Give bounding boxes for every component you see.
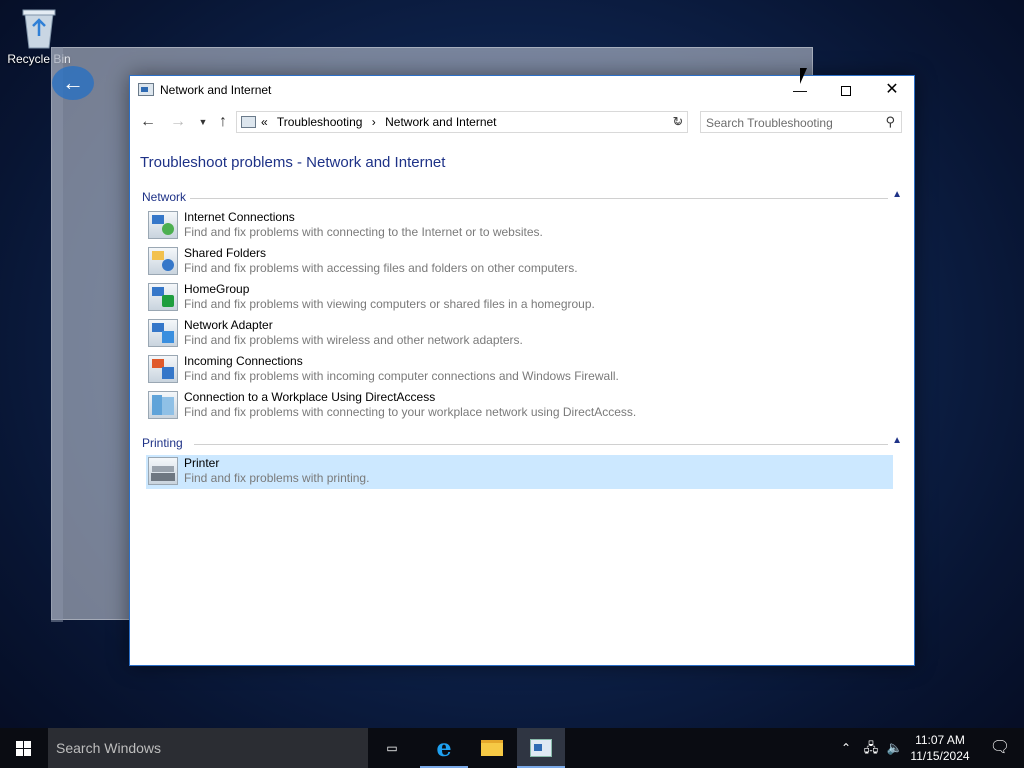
list-item-shared-folders[interactable]: Shared Folders Find and fix problems wit… — [146, 245, 893, 279]
title-bar[interactable]: Network and Internet — ✕ — [130, 76, 914, 104]
ghost-back-arrow-icon: ← — [52, 66, 94, 100]
item-name[interactable]: HomeGroup — [184, 282, 249, 296]
list-item-network-adapter[interactable]: Network Adapter Find and fix problems wi… — [146, 317, 893, 351]
breadcrumb-item-network-and-internet[interactable]: Network and Internet — [385, 115, 496, 129]
control-panel-icon — [530, 739, 552, 757]
clock-time: 11:07 AM — [915, 733, 965, 747]
internet-connections-icon — [148, 211, 178, 239]
file-explorer-folder-icon — [481, 740, 503, 756]
printer-icon — [148, 457, 178, 485]
section-header[interactable]: Printing ▲ — [142, 435, 902, 452]
clock-date: 11/15/2024 — [910, 749, 970, 763]
breadcrumb-overflow[interactable]: « — [261, 115, 268, 129]
search-icon: ⚲ — [885, 114, 895, 129]
collapse-chevron-up-icon[interactable]: ▲ — [892, 435, 902, 446]
section-network: Network ▲ — [142, 189, 902, 206]
action-center-notification-icon[interactable]: 🗨 — [980, 728, 1020, 768]
control-panel-taskbar-button[interactable] — [517, 728, 565, 768]
list-item-incoming-connections[interactable]: Incoming Connections Find and fix proble… — [146, 353, 893, 387]
recycle-bin-icon — [19, 6, 59, 50]
taskbar-clock[interactable]: 11:07 AM 11/15/2024 — [905, 732, 975, 764]
navigation-bar: ← → ▼ ↑ « Troubleshooting › Network and … — [130, 109, 914, 135]
control-panel-window: Network and Internet — ✕ ← → ▼ ↑ « Troub… — [129, 75, 915, 666]
breadcrumb-separator[interactable]: › — [372, 115, 376, 129]
forward-button[interactable]: → — [168, 113, 188, 133]
volume-icon[interactable]: 🔈✕ — [884, 728, 906, 768]
maximize-button[interactable] — [823, 76, 869, 104]
back-button[interactable]: ← — [138, 113, 158, 133]
refresh-button[interactable]: ↻ — [668, 112, 688, 132]
network-adapter-icon — [148, 319, 178, 347]
mouse-cursor-icon — [800, 68, 807, 84]
section-printing: Printing ▲ — [142, 435, 902, 452]
task-view-button[interactable]: ▭ — [368, 728, 416, 768]
item-description: Find and fix problems with accessing fil… — [184, 261, 578, 275]
control-panel-address-icon — [241, 116, 256, 128]
homegroup-icon — [148, 283, 178, 311]
list-item-internet-connections[interactable]: Internet Connections Find and fix proble… — [146, 209, 893, 243]
item-description: Find and fix problems with connecting to… — [184, 405, 637, 419]
breadcrumb-item-troubleshooting[interactable]: Troubleshooting — [277, 115, 363, 129]
item-description: Find and fix problems with incoming comp… — [184, 369, 619, 383]
item-description: Find and fix problems with viewing compu… — [184, 297, 595, 311]
control-panel-app-icon — [138, 83, 154, 96]
directaccess-building-icon — [148, 391, 178, 419]
taskbar-search-placeholder: Search Windows — [56, 740, 162, 756]
file-explorer-button[interactable] — [468, 728, 516, 768]
section-divider — [190, 198, 888, 199]
section-title: Network — [142, 190, 191, 204]
item-description: Find and fix problems with printing. — [184, 471, 370, 485]
incoming-connections-icon — [148, 355, 178, 383]
list-item-directaccess[interactable]: Connection to a Workplace Using DirectAc… — [146, 389, 893, 423]
show-hidden-icons-chevron-up-icon[interactable]: ⌃ — [836, 728, 856, 768]
item-name[interactable]: Printer — [184, 456, 219, 470]
task-view-icon: ▭ — [386, 741, 398, 755]
windows-logo-icon — [16, 741, 23, 748]
maximize-icon — [841, 86, 851, 97]
search-input[interactable]: Search Troubleshooting ⚲ — [700, 111, 902, 133]
item-description: Find and fix problems with connecting to… — [184, 225, 543, 239]
item-name[interactable]: Shared Folders — [184, 246, 266, 260]
search-placeholder: Search Troubleshooting — [706, 116, 833, 130]
list-item-homegroup[interactable]: HomeGroup Find and fix problems with vie… — [146, 281, 893, 315]
breadcrumb: « Troubleshooting › Network and Internet — [261, 115, 503, 129]
taskbar: Search Windows ▭ e ⌃ 🖧✕ 🔈✕ 11:07 AM 11/1… — [0, 728, 1024, 768]
section-divider — [194, 444, 888, 445]
internet-explorer-button[interactable]: e — [420, 728, 468, 768]
item-name[interactable]: Network Adapter — [184, 318, 273, 332]
ghost-window-edge — [51, 47, 63, 622]
list-item-printer[interactable]: Printer Find and fix problems with print… — [146, 455, 893, 489]
section-header[interactable]: Network ▲ — [142, 189, 902, 206]
start-button[interactable] — [0, 728, 48, 768]
recent-locations-chevron-down-icon[interactable]: ▼ — [193, 113, 213, 133]
network-status-icon[interactable]: 🖧✕ — [860, 728, 882, 768]
internet-explorer-icon: e — [436, 733, 452, 762]
window-title: Network and Internet — [160, 83, 272, 97]
up-button[interactable]: ↑ — [213, 113, 233, 133]
collapse-chevron-up-icon[interactable]: ▲ — [892, 189, 902, 200]
page-title: Troubleshoot problems - Network and Inte… — [140, 154, 446, 171]
item-description: Find and fix problems with wireless and … — [184, 333, 523, 347]
taskbar-search-input[interactable]: Search Windows — [48, 728, 368, 768]
item-name[interactable]: Connection to a Workplace Using DirectAc… — [184, 390, 435, 404]
item-name[interactable]: Incoming Connections — [184, 354, 303, 368]
close-button[interactable]: ✕ — [869, 76, 915, 104]
shared-folders-icon — [148, 247, 178, 275]
item-name[interactable]: Internet Connections — [184, 210, 295, 224]
address-bar[interactable]: « Troubleshooting › Network and Internet… — [236, 111, 688, 133]
section-title: Printing — [142, 436, 187, 450]
